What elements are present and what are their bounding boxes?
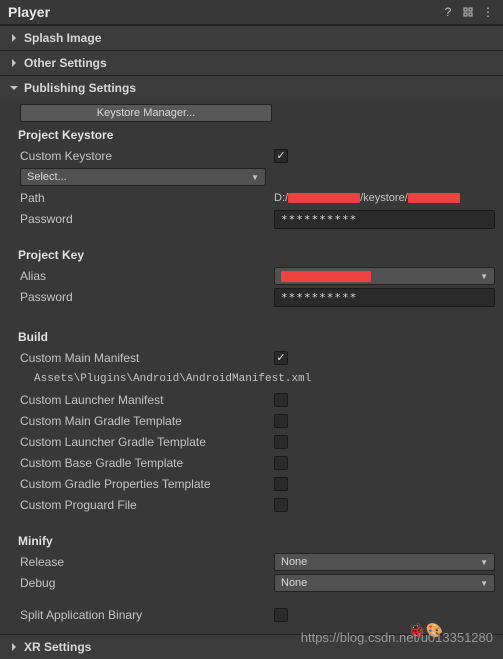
checkbox-custom-keystore[interactable]	[274, 149, 288, 163]
label-custom-launcher-gradle: Custom Launcher Gradle Template	[20, 435, 274, 449]
row-keystore-password: Password **********	[20, 209, 495, 229]
foldout-down-icon	[8, 82, 20, 94]
row-custom-main-manifest: Custom Main Manifest	[20, 348, 495, 368]
row-custom-launcher-manifest: Custom Launcher Manifest	[20, 390, 495, 410]
row-custom-base-gradle: Custom Base Gradle Template	[20, 453, 495, 473]
path-value: D://keystore/	[274, 192, 495, 204]
row-custom-main-gradle: Custom Main Gradle Template	[20, 411, 495, 431]
project-keystore-title: Project Keystore	[18, 128, 495, 142]
presets-icon[interactable]	[461, 5, 475, 19]
section-header-other[interactable]: Other Settings	[0, 51, 503, 75]
project-key-title: Project Key	[18, 248, 495, 262]
section-publishing: Publishing Settings Keystore Manager... …	[0, 75, 503, 634]
label-key-password: Password	[20, 290, 274, 304]
chevron-down-icon: ▼	[251, 173, 259, 182]
section-title-other: Other Settings	[24, 56, 107, 70]
menu-icon[interactable]: ⋮	[481, 5, 495, 19]
manifest-path: Assets\Plugins\Android\AndroidManifest.x…	[34, 373, 311, 385]
redacted-text	[408, 193, 460, 203]
row-select-keystore: Select... ▼	[20, 167, 495, 187]
section-header-publishing[interactable]: Publishing Settings	[0, 76, 503, 100]
label-custom-main-manifest: Custom Main Manifest	[20, 351, 274, 365]
label-alias: Alias	[20, 269, 274, 283]
build-title: Build	[18, 330, 495, 344]
panel-header: Player ? ⋮	[0, 0, 503, 25]
row-release: Release None ▼	[20, 552, 495, 572]
checkbox-custom-main-gradle[interactable]	[274, 414, 288, 428]
redacted-text	[281, 271, 371, 282]
section-splash: Splash Image	[0, 25, 503, 50]
keystore-manager-button[interactable]: Keystore Manager...	[20, 104, 272, 122]
row-debug: Debug None ▼	[20, 573, 495, 593]
publishing-body: Keystore Manager... Project Keystore Cus…	[0, 100, 503, 634]
checkbox-custom-proguard[interactable]	[274, 498, 288, 512]
checkbox-custom-launcher-gradle[interactable]	[274, 435, 288, 449]
label-debug: Debug	[20, 576, 274, 590]
section-header-splash[interactable]: Splash Image	[0, 26, 503, 50]
row-split-binary: Split Application Binary	[20, 605, 495, 625]
section-header-xr[interactable]: XR Settings	[0, 635, 503, 659]
dropdown-release[interactable]: None ▼	[274, 553, 495, 571]
label-custom-keystore: Custom Keystore	[20, 149, 274, 163]
checkbox-custom-main-manifest[interactable]	[274, 351, 288, 365]
label-split-binary: Split Application Binary	[20, 608, 274, 622]
row-manifest-path: Assets\Plugins\Android\AndroidManifest.x…	[20, 369, 495, 389]
label-custom-proguard: Custom Proguard File	[20, 498, 274, 512]
row-custom-keystore: Custom Keystore	[20, 146, 495, 166]
section-other: Other Settings	[0, 50, 503, 75]
section-xr: XR Settings	[0, 634, 503, 659]
dropdown-select-text: Select...	[27, 171, 67, 183]
header-icons: ? ⋮	[441, 5, 495, 19]
checkbox-custom-launcher-manifest[interactable]	[274, 393, 288, 407]
section-title-xr: XR Settings	[24, 640, 91, 654]
debug-value: None	[281, 577, 307, 589]
section-title-splash: Splash Image	[24, 31, 101, 45]
row-key-password: Password **********	[20, 287, 495, 307]
checkbox-split-binary[interactable]	[274, 608, 288, 622]
row-path: Path D://keystore/	[20, 188, 495, 208]
foldout-right-icon	[8, 641, 20, 653]
minify-title: Minify	[18, 534, 495, 548]
label-release: Release	[20, 555, 274, 569]
label-path: Path	[20, 191, 274, 205]
row-custom-gradle-props: Custom Gradle Properties Template	[20, 474, 495, 494]
row-alias: Alias ▼	[20, 266, 495, 286]
checkbox-custom-gradle-props[interactable]	[274, 477, 288, 491]
help-icon[interactable]: ?	[441, 5, 455, 19]
chevron-down-icon: ▼	[480, 579, 488, 588]
panel-title: Player	[8, 4, 50, 20]
dropdown-debug[interactable]: None ▼	[274, 574, 495, 592]
alias-value	[281, 270, 371, 282]
chevron-down-icon: ▼	[480, 558, 488, 567]
label-keystore-password: Password	[20, 212, 274, 226]
dropdown-alias[interactable]: ▼	[274, 267, 495, 285]
input-key-password[interactable]: **********	[274, 288, 495, 307]
label-custom-main-gradle: Custom Main Gradle Template	[20, 414, 274, 428]
label-custom-base-gradle: Custom Base Gradle Template	[20, 456, 274, 470]
section-title-publishing: Publishing Settings	[24, 81, 136, 95]
label-custom-launcher-manifest: Custom Launcher Manifest	[20, 393, 274, 407]
dropdown-select-keystore[interactable]: Select... ▼	[20, 168, 266, 186]
checkbox-custom-base-gradle[interactable]	[274, 456, 288, 470]
chevron-down-icon: ▼	[480, 272, 488, 281]
input-keystore-password[interactable]: **********	[274, 210, 495, 229]
redacted-text	[288, 193, 360, 203]
label-custom-gradle-props: Custom Gradle Properties Template	[20, 477, 274, 491]
row-custom-proguard: Custom Proguard File	[20, 495, 495, 515]
row-custom-launcher-gradle: Custom Launcher Gradle Template	[20, 432, 495, 452]
foldout-right-icon	[8, 57, 20, 69]
release-value: None	[281, 556, 307, 568]
foldout-right-icon	[8, 32, 20, 44]
